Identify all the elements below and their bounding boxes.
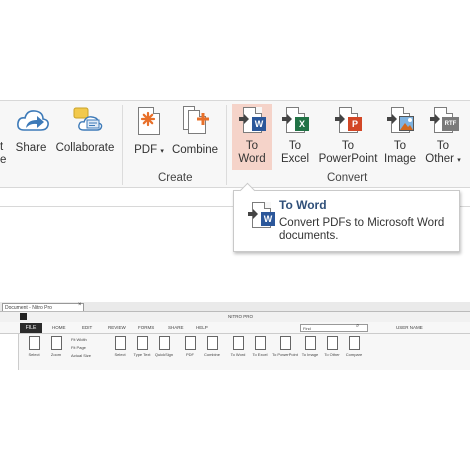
mini-title: NITRO PRO xyxy=(228,314,254,319)
group-separator xyxy=(226,105,227,185)
close-icon[interactable]: × xyxy=(78,302,82,308)
mini-select-button[interactable]: Select xyxy=(23,336,45,357)
pdf-button[interactable]: PDF ▾ xyxy=(130,104,168,170)
mini-ribbon: Select Zoom Fit Width Fit Page Actual Si… xyxy=(18,334,470,370)
convert-group-label: Convert xyxy=(327,172,368,184)
to-excel-button[interactable]: X To Excel xyxy=(276,104,314,170)
mini-menu-review[interactable]: REVIEW xyxy=(108,325,126,330)
excel-icon: X xyxy=(280,104,310,136)
mini-zoom-button[interactable]: Zoom xyxy=(45,336,67,357)
mini-view-items: Fit Width Fit Page Actual Size xyxy=(71,337,92,358)
mini-menu-share[interactable]: SHARE xyxy=(168,325,184,330)
mini-app-window: Document - Nitro Pro × NITRO PRO HOME ED… xyxy=(0,302,470,370)
mini-user-name[interactable]: USER NAME xyxy=(396,325,423,330)
combine-button[interactable]: Combine xyxy=(170,104,220,170)
mini-quicksign-button[interactable]: QuickSign xyxy=(153,336,175,357)
mini-search-icon[interactable]: ⌕ xyxy=(356,323,359,330)
word-icon: W xyxy=(237,104,267,136)
chevron-down-icon: ▾ xyxy=(160,148,164,155)
create-group-label: Create xyxy=(158,172,193,184)
rtf-icon: RTF xyxy=(428,104,459,136)
mini-to-other-button[interactable]: To Other xyxy=(321,336,343,357)
pdf-new-icon xyxy=(134,104,164,136)
mini-to-powerpoint-button[interactable]: To PowerPoint xyxy=(271,336,299,357)
collaborate-button[interactable]: Collaborate xyxy=(54,104,116,170)
mini-file-tab[interactable]: FILE xyxy=(20,323,42,333)
mini-tab-bar: Document - Nitro Pro × xyxy=(0,302,470,312)
mini-menu-edit[interactable]: EDIT xyxy=(82,325,92,330)
cloud-share-icon xyxy=(16,104,49,136)
mini-pdf-button[interactable]: PDF xyxy=(179,336,201,357)
collaborate-icon xyxy=(70,104,103,136)
mini-menu-home[interactable]: HOME xyxy=(52,325,66,330)
share-button[interactable]: Share xyxy=(12,104,50,170)
mini-select-button-2[interactable]: Select xyxy=(109,336,131,357)
combine-icon xyxy=(180,104,210,136)
to-other-button[interactable]: RTF To Other ▾ xyxy=(421,104,465,170)
chevron-down-icon: ▾ xyxy=(457,157,461,164)
mini-to-excel-button[interactable]: To Excel xyxy=(249,336,271,357)
mini-document-tab[interactable]: Document - Nitro Pro xyxy=(2,303,84,311)
mini-menu-bar: HOME EDIT REVIEW FORMS SHARE HELP USER N… xyxy=(0,322,470,334)
group-separator xyxy=(122,105,123,185)
word-icon: W xyxy=(246,199,276,231)
mini-compare-button[interactable]: Compare xyxy=(343,336,365,357)
mini-menu-help[interactable]: HELP xyxy=(196,325,208,330)
tooltip-title: To Word xyxy=(279,198,327,212)
tooltip-text: Convert PDFs to Microsoft Word documents… xyxy=(279,217,445,242)
mini-quick-access-toolbar: NITRO PRO xyxy=(0,312,470,322)
image-icon xyxy=(385,104,415,136)
mini-app-logo xyxy=(20,313,27,320)
mini-type-text-button[interactable]: Type Text xyxy=(131,336,153,357)
tooltip: W To Word Convert PDFs to Microsoft Word… xyxy=(233,190,460,252)
to-word-button[interactable]: W To Word xyxy=(232,104,272,170)
mini-to-image-button[interactable]: To Image xyxy=(299,336,321,357)
mini-menu-forms[interactable]: FORMS xyxy=(138,325,154,330)
mini-to-word-button[interactable]: To Word xyxy=(227,336,249,357)
to-image-button[interactable]: To Image xyxy=(381,104,419,170)
ribbon: t e Share Collaborate PDF ▾ Combine Crea… xyxy=(0,100,470,188)
to-powerpoint-button[interactable]: P To PowerPoint xyxy=(316,104,380,170)
mini-combine-button[interactable]: Combine xyxy=(201,336,223,357)
powerpoint-icon: P xyxy=(333,104,363,136)
cut-off-button-label[interactable]: t e xyxy=(0,141,6,167)
